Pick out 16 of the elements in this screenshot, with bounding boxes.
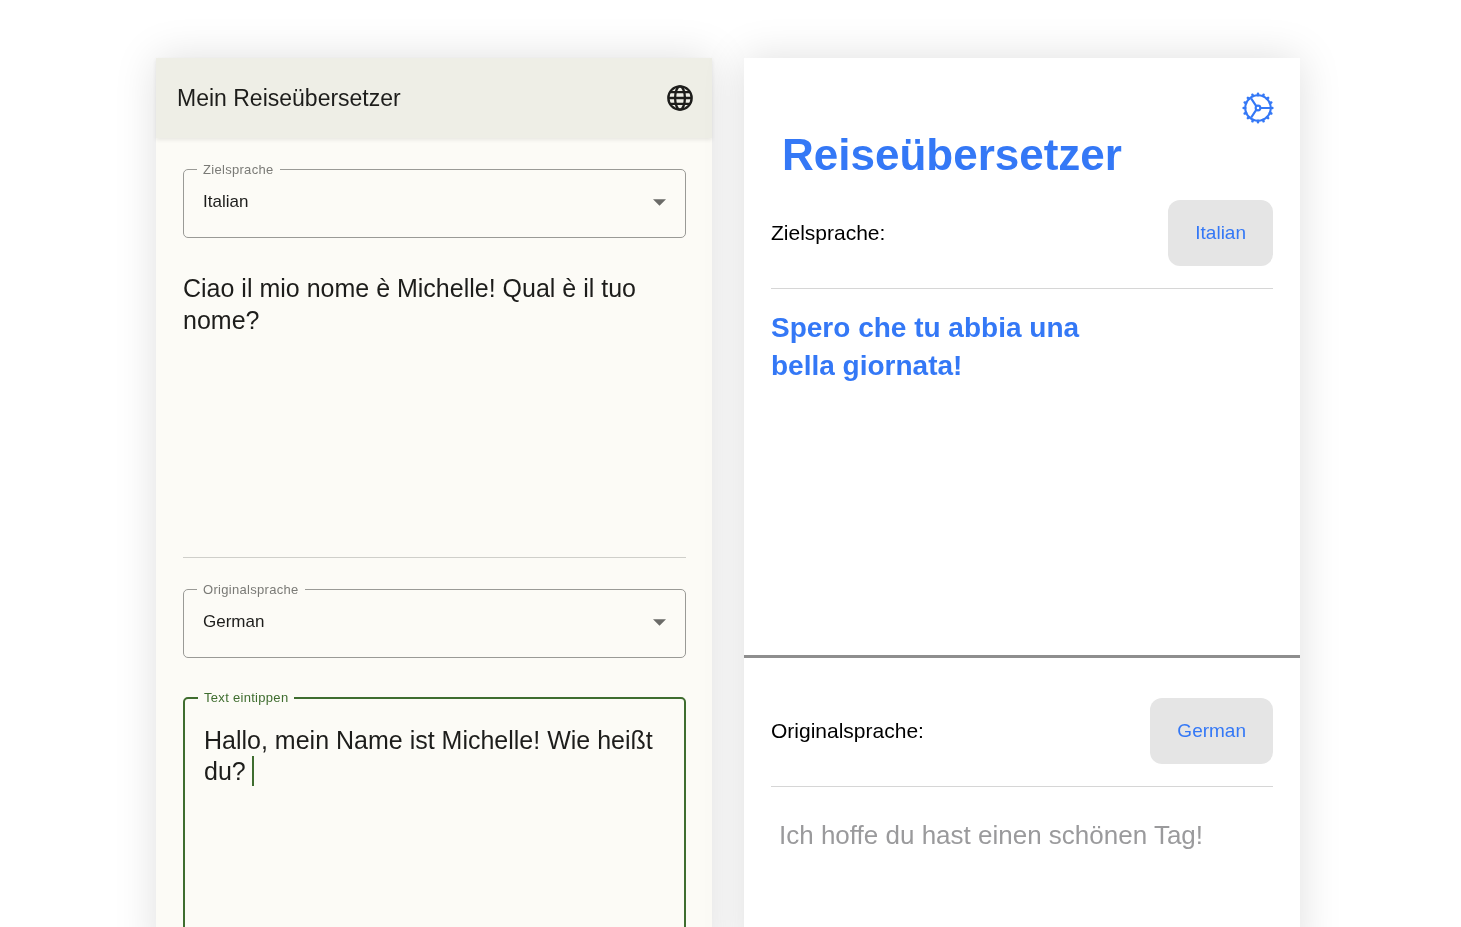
language-select[interactable]: Originalsprache German [183, 582, 686, 658]
floating-label: Text eintippen [203, 689, 290, 707]
dropdown-caret-icon [653, 198, 666, 206]
language-select[interactable]: Zielsprache Italian [183, 162, 686, 238]
row-label: Zielsprache: [771, 221, 886, 245]
translated-text: Ciao il mio nome è Michelle! Qual è il tuo nome? [183, 273, 637, 336]
dropdown-caret-icon [653, 618, 666, 626]
floating-label: Originalsprache [202, 582, 300, 597]
app-title: Reiseübersetzer [782, 129, 1123, 181]
translated-text: Spero che tu abbia una bella giornata! [771, 311, 1081, 383]
app-title: Mein Reiseübersetzer [177, 84, 401, 112]
globe-icon[interactable] [666, 84, 694, 112]
row-label: Originalsprache: [771, 719, 924, 743]
settings-icon[interactable] [1241, 91, 1275, 125]
floating-label: Zielsprache [202, 162, 275, 177]
text-input-field[interactable]: Ich hoffe du hast einen schönen Tag! [777, 819, 1261, 852]
